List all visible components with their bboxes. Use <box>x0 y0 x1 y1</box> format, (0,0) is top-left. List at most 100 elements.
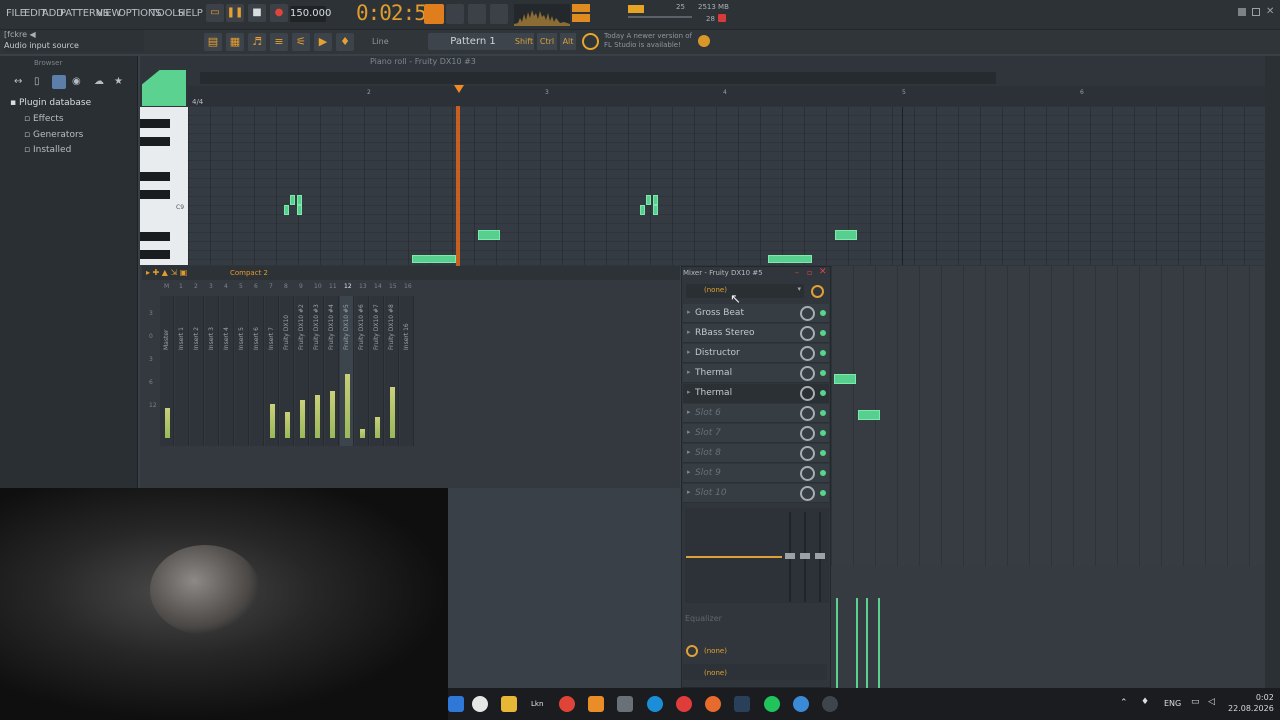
note[interactable] <box>640 205 645 215</box>
fx-slot[interactable]: ▸ Slot 7 <box>683 424 829 443</box>
input-select[interactable]: (none) ▾ <box>686 284 804 298</box>
stop-button[interactable]: ■ <box>248 4 266 22</box>
snipping-icon[interactable] <box>617 696 633 712</box>
mic-tray-icon[interactable]: ♦ <box>1141 697 1149 707</box>
edge-icon[interactable] <box>647 696 663 712</box>
menu-file[interactable]: FILE <box>6 8 26 19</box>
panel-minimize-icon[interactable]: – <box>795 268 799 277</box>
fx-slot[interactable]: ▸ Slot 8 <box>683 444 829 463</box>
minimize-icon[interactable] <box>1238 8 1246 16</box>
maximize-icon[interactable] <box>1252 8 1260 16</box>
tray-arrow-icon[interactable]: ⌃ <box>1120 698 1128 708</box>
slot-arrow-icon[interactable]: ▸ <box>687 448 691 456</box>
system-clock[interactable]: 0:02 22.08.2026 <box>1228 692 1274 714</box>
note-grid[interactable] <box>188 107 1265 265</box>
eq-fader-handle[interactable] <box>815 553 825 559</box>
plugin-picker-icon[interactable]: ⚟ <box>292 33 310 51</box>
mix-knob-icon[interactable] <box>800 346 815 361</box>
note[interactable] <box>478 230 500 240</box>
note[interactable] <box>835 230 857 240</box>
cloud-icon[interactable]: ☁ <box>94 76 104 87</box>
note-overview[interactable] <box>200 72 996 84</box>
mix-knob-icon[interactable] <box>800 426 815 441</box>
mix-knob-icon[interactable] <box>800 466 815 481</box>
fx-slot[interactable]: ▸ Distructor <box>683 344 829 363</box>
fx-slot[interactable]: ▸ Gross Beat <box>683 304 829 323</box>
wait-icon[interactable] <box>446 4 464 24</box>
mix-knob-icon[interactable] <box>800 406 815 421</box>
steam-icon[interactable] <box>734 696 750 712</box>
master-volume-slider[interactable] <box>628 16 692 18</box>
start-icon[interactable] <box>448 696 464 712</box>
close-icon[interactable]: ✕ <box>1266 6 1274 17</box>
file-icon[interactable]: ▯ <box>34 76 40 87</box>
language-indicator[interactable]: ENG <box>1164 699 1181 708</box>
shift-button[interactable]: Shift <box>514 33 534 50</box>
fx-slot[interactable]: ▸ Slot 10 <box>683 484 829 503</box>
volume-icon[interactable]: ◁ <box>1208 697 1215 707</box>
snap-select[interactable]: Line <box>372 37 389 46</box>
fx-slot[interactable]: ▸ Thermal <box>683 364 829 383</box>
panic-icon[interactable] <box>718 14 726 22</box>
news-ticker[interactable]: Today A newer version of FL Studio is av… <box>604 32 692 50</box>
mix-knob-icon[interactable] <box>800 486 815 501</box>
slot-arrow-icon[interactable]: ▸ <box>687 308 691 316</box>
note[interactable] <box>290 195 295 205</box>
chrome-icon[interactable] <box>559 696 575 712</box>
metronome-icon[interactable] <box>424 4 444 24</box>
black-key[interactable] <box>140 232 170 241</box>
piano-keyboard[interactable]: C9 <box>140 107 188 265</box>
audio-filter-icon[interactable]: ◉ <box>72 76 81 87</box>
output-select-2[interactable]: (none) <box>704 669 727 677</box>
grid-continuation[interactable] <box>831 266 1265 566</box>
piano-roll-icon[interactable]: ♬ <box>248 33 266 51</box>
slot-enable-led-icon[interactable] <box>820 490 826 496</box>
velocity-bar[interactable] <box>856 598 858 688</box>
slot-arrow-icon[interactable]: ▸ <box>687 408 691 416</box>
pause-button[interactable]: ❚❚ <box>226 4 244 22</box>
alt-button[interactable]: Alt <box>560 33 576 50</box>
slot-enable-led-icon[interactable] <box>820 430 826 436</box>
chrome-2-icon[interactable] <box>793 696 809 712</box>
lkn-icon[interactable]: Lkn <box>531 700 543 708</box>
mix-knob-icon[interactable] <box>800 446 815 461</box>
slot-arrow-icon[interactable]: ▸ <box>687 388 691 396</box>
panel-maximize-icon[interactable]: ▫ <box>807 268 812 277</box>
slot-arrow-icon[interactable]: ▸ <box>687 468 691 476</box>
slot-enable-led-icon[interactable] <box>820 450 826 456</box>
note[interactable] <box>653 205 658 215</box>
playhead-marker-icon[interactable] <box>454 85 464 93</box>
velocity-bar[interactable] <box>866 598 868 688</box>
note[interactable] <box>297 205 302 215</box>
mix-knob-icon[interactable] <box>800 386 815 401</box>
plugin-filter-icon[interactable] <box>52 75 66 89</box>
mix-knob-icon[interactable] <box>800 326 815 341</box>
spotify-icon[interactable] <box>764 696 780 712</box>
folder-icon[interactable] <box>501 696 517 712</box>
mic-icon[interactable]: ♦ <box>336 33 354 51</box>
slot-enable-led-icon[interactable] <box>820 310 826 316</box>
slot-arrow-icon[interactable]: ▸ <box>687 328 691 336</box>
eq-fader-handle[interactable] <box>800 553 810 559</box>
fl-studio-icon[interactable] <box>588 696 604 712</box>
slot-enable-led-icon[interactable] <box>820 390 826 396</box>
mixer-preset-label[interactable]: Compact 2 <box>230 269 268 277</box>
tree-installed[interactable]: ▫ Installed <box>24 145 71 155</box>
panel-close-icon[interactable]: ✕ <box>819 267 827 277</box>
collapse-icon[interactable]: ↔ <box>14 76 22 87</box>
discord-icon[interactable] <box>822 696 838 712</box>
black-key[interactable] <box>140 137 170 146</box>
slot-enable-led-icon[interactable] <box>820 410 826 416</box>
blend-icon[interactable] <box>490 4 508 24</box>
mixer-icon[interactable]: ≡ <box>270 33 288 51</box>
black-key[interactable] <box>140 172 170 181</box>
slot-arrow-icon[interactable]: ▸ <box>687 348 691 356</box>
mix-knob-icon[interactable] <box>800 306 815 321</box>
slot-arrow-icon[interactable]: ▸ <box>687 488 691 496</box>
note[interactable] <box>653 195 658 205</box>
update-icon[interactable] <box>698 35 710 47</box>
browser-icon[interactable]: ▶ <box>314 33 332 51</box>
playlist-icon[interactable]: ▤ <box>204 33 222 51</box>
black-key[interactable] <box>140 119 170 128</box>
note[interactable] <box>412 255 456 263</box>
